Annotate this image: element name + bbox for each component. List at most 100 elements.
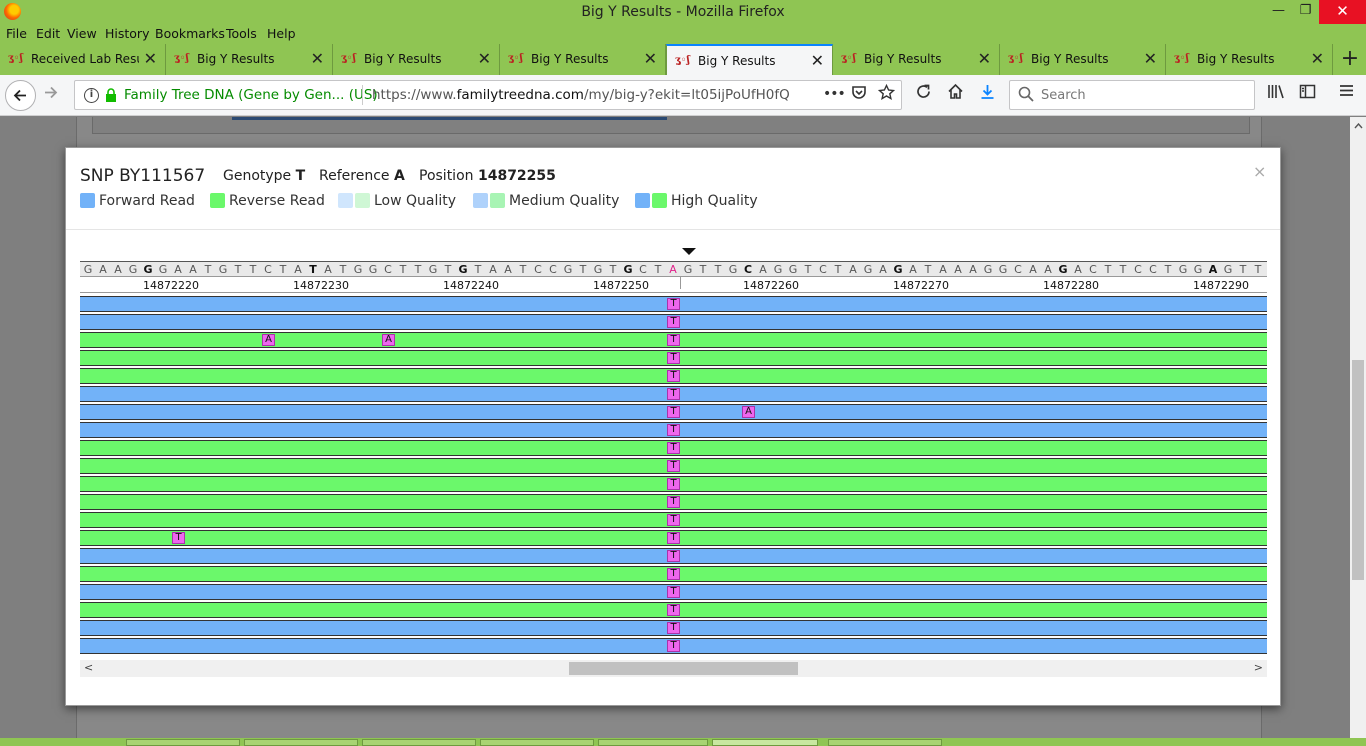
tab-big-y-results[interactable]: ʓ◦ʃ Big Y Results ✕ [1000, 44, 1166, 75]
menu-file[interactable]: File [6, 26, 27, 41]
library-icon[interactable] [1267, 83, 1285, 105]
ftdna-favicon-icon: ʓ◦ʃ [675, 55, 690, 66]
tab-big-y-results-active[interactable]: ʓ◦ʃ Big Y Results ✕ [666, 44, 833, 75]
forward-button[interactable] [42, 84, 59, 106]
taskbar-button[interactable] [598, 739, 708, 746]
menu-edit[interactable]: Edit [36, 26, 60, 41]
forward-read: T [80, 548, 1267, 564]
info-icon[interactable]: i [84, 88, 99, 103]
forward-swatch [80, 193, 95, 208]
menu-tools[interactable]: Tools [226, 26, 257, 41]
reference-base: G [1058, 263, 1068, 276]
snp-base: T [667, 334, 680, 346]
high-forward-swatch [635, 193, 650, 208]
reference-base: G [1178, 263, 1188, 276]
taskbar-button[interactable] [362, 739, 476, 746]
page-actions-icon[interactable]: ••• [823, 86, 846, 102]
new-tab-button[interactable]: + [1338, 45, 1362, 73]
home-icon[interactable] [947, 83, 964, 105]
taskbar-button[interactable] [828, 739, 942, 746]
navigation-bar: i Family Tree DNA (Gene by Gen... (US) h… [0, 75, 1366, 116]
reference-value: A [393, 168, 405, 184]
reference-base: A [969, 263, 977, 276]
close-tab-icon[interactable]: ✕ [644, 49, 657, 68]
close-icon[interactable]: × [1253, 162, 1266, 181]
tab-big-y-results[interactable]: ʓ◦ʃ Big Y Results ✕ [1166, 44, 1333, 75]
url-text[interactable]: https://www.familytreedna.com/my/big-y?e… [372, 87, 790, 103]
reverse-read: T [80, 512, 1267, 528]
reference-base: G [1193, 263, 1203, 276]
url-bar[interactable]: i Family Tree DNA (Gene by Gen... (US) h… [74, 80, 902, 110]
snp-base: T [667, 622, 680, 634]
snp-base: T [667, 388, 680, 400]
close-tab-icon[interactable]: ✕ [1311, 49, 1324, 68]
reference-base: T [339, 263, 347, 276]
page-scrollbar[interactable] [1350, 117, 1366, 738]
tab-big-y-results[interactable]: ʓ◦ʃ Big Y Results ✕ [333, 44, 500, 75]
close-tab-icon[interactable]: ✕ [478, 49, 491, 68]
tab-received-lab-results[interactable]: ʓ◦ʃ Received Lab Result ✕ [0, 44, 166, 75]
minimize-button[interactable]: — [1265, 0, 1292, 24]
pocket-icon[interactable] [851, 84, 867, 104]
menu-bookmarks[interactable]: Bookmarks [155, 26, 225, 41]
reference-base: G [83, 263, 93, 276]
reference-base: C [743, 263, 753, 276]
bookmark-star-icon[interactable] [877, 83, 896, 105]
reference-base: C [384, 263, 392, 276]
reference-base: A [489, 263, 497, 276]
reference-base: A [504, 263, 512, 276]
sidebar-icon[interactable] [1299, 83, 1316, 105]
menu-view[interactable]: View [67, 26, 97, 41]
reference-base: T [654, 263, 662, 276]
close-tab-icon[interactable]: ✕ [978, 49, 991, 68]
close-tab-icon[interactable]: ✕ [1144, 49, 1157, 68]
taskbar-button[interactable] [126, 739, 240, 746]
scroll-left-button[interactable]: < [84, 661, 93, 674]
maximize-button[interactable]: ❐ [1292, 0, 1319, 24]
reference-base: T [804, 263, 812, 276]
search-bar[interactable]: Search [1009, 80, 1255, 110]
scroll-up-icon[interactable] [1350, 119, 1366, 132]
reference-base: A [669, 263, 677, 276]
reference-base: G [983, 263, 993, 276]
lock-icon[interactable] [105, 88, 117, 103]
search-input[interactable]: Search [1041, 88, 1086, 103]
snp-detail-modal: × SNP BY111567 Genotype T Reference A Po… [65, 147, 1281, 706]
taskbar-button-active[interactable] [712, 739, 818, 746]
hamburger-menu-icon[interactable] [1339, 83, 1354, 103]
menu-help[interactable]: Help [267, 26, 296, 41]
reference-base: T [609, 263, 617, 276]
tab-big-y-results[interactable]: ʓ◦ʃ Big Y Results ✕ [500, 44, 666, 75]
read-alignment-viewer[interactable]: GAAGGGAATGTTCTATATGGCTTGTGTAATCCGTGTGCTA… [80, 245, 1267, 677]
coordinate-label: 14872270 [893, 279, 949, 292]
legend-low-quality: Low Quality [338, 193, 456, 210]
reference-base: A [189, 263, 197, 276]
viewer-scrollbar-thumb[interactable] [569, 662, 798, 675]
tab-big-y-results[interactable]: ʓ◦ʃ Big Y Results ✕ [833, 44, 1000, 75]
close-window-button[interactable]: ✕ [1319, 0, 1366, 24]
taskbar-button[interactable] [480, 739, 594, 746]
back-button[interactable] [5, 80, 36, 111]
snp-base: T [667, 442, 680, 454]
page-scrollbar-thumb[interactable] [1352, 360, 1364, 580]
reverse-read: T [80, 440, 1267, 456]
snp-base: T [667, 424, 680, 436]
close-tab-icon[interactable]: ✕ [144, 49, 157, 68]
close-tab-icon[interactable]: ✕ [311, 49, 324, 68]
coordinate-label: 14872260 [743, 279, 799, 292]
viewer-horizontal-scrollbar[interactable]: < > [80, 660, 1267, 677]
url-separator [362, 85, 363, 105]
downloads-icon[interactable] [979, 83, 996, 105]
snp-tick-line [680, 277, 681, 289]
close-tab-icon[interactable]: ✕ [811, 51, 824, 70]
scroll-right-button[interactable]: > [1254, 661, 1263, 674]
reference-base: T [1239, 263, 1247, 276]
reference-base: G [1223, 263, 1233, 276]
reverse-swatch [210, 193, 225, 208]
site-identity-label[interactable]: Family Tree DNA (Gene by Gen... (US) [124, 87, 378, 103]
reverse-read: T [80, 566, 1267, 582]
taskbar-button[interactable] [244, 739, 358, 746]
reload-icon[interactable] [915, 83, 932, 105]
tab-big-y-results[interactable]: ʓ◦ʃ Big Y Results ✕ [166, 44, 333, 75]
menu-history[interactable]: History [105, 26, 149, 41]
